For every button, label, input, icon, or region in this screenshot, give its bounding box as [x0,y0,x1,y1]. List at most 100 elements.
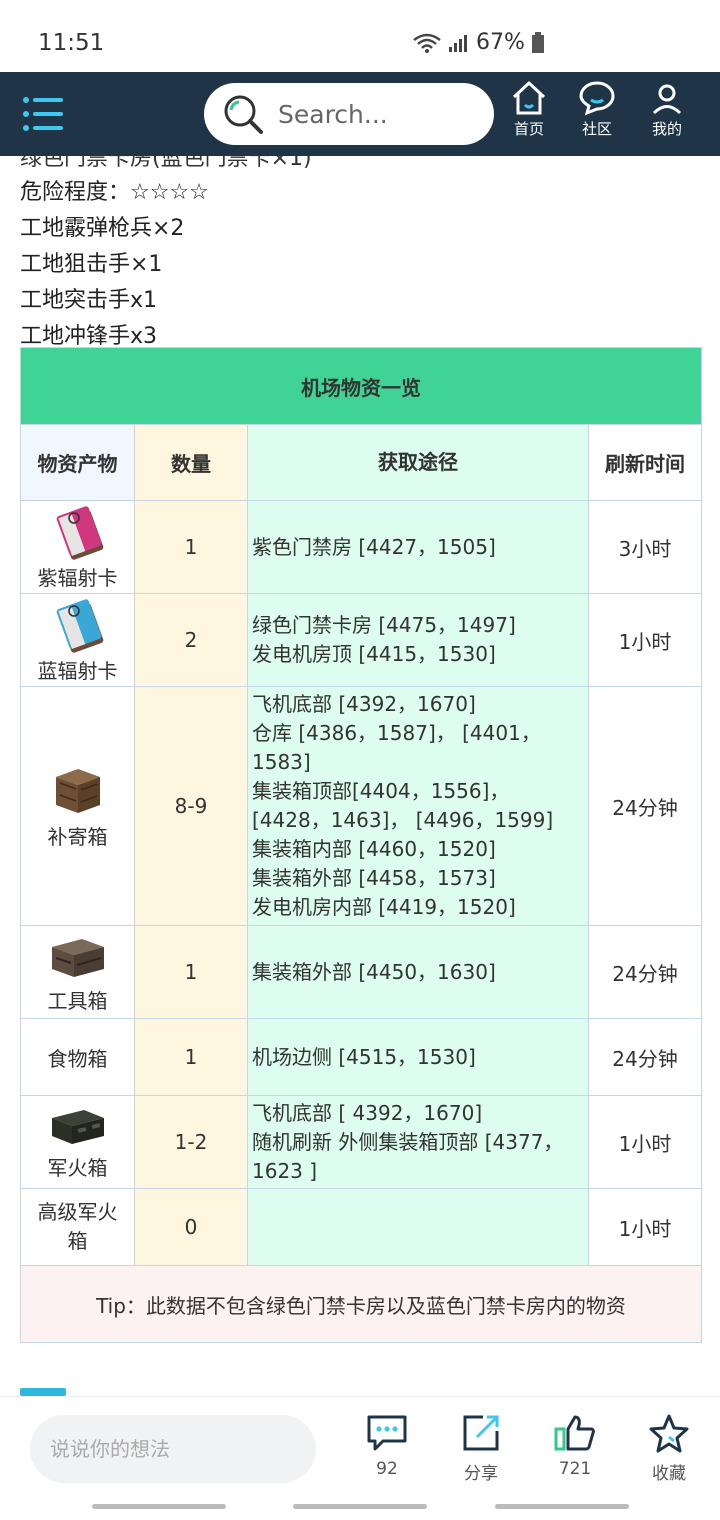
comment-count: 92 [376,1459,398,1479]
item-name: 补寄箱 [47,824,108,849]
qty-cell: 8-9 [134,686,248,926]
battery-icon [531,31,544,53]
favorite-label: 收藏 [652,1464,686,1484]
thumbs-up-icon [554,1415,595,1451]
source-line: 1623 ] [252,1158,318,1183]
refresh-cell: 24分钟 [588,1018,702,1096]
share-label: 分享 [464,1464,498,1484]
tab-community-label: 社区 [581,120,612,138]
header-qty: 数量 [134,424,248,501]
like-count: 721 [558,1459,592,1479]
menu-button[interactable] [22,94,64,134]
search-placeholder: Search... [278,99,388,129]
next-heading-fragment [20,1388,66,1396]
enemy-line-rusher: 工地冲锋手x3 [20,324,158,349]
source-line: 发电机房顶 [4415，1530] [252,642,496,666]
tab-home[interactable]: 首页 [499,80,559,150]
tip-row: Tip：此数据不包含绿色门禁卡房以及蓝色门禁卡房内的物资 [20,1265,702,1343]
source-line: 1583] [252,750,311,774]
header-source: 获取途径 [247,424,589,501]
table-row: 蓝辐射卡 2 绿色门禁卡房 [4475，1497] 发电机房顶 [4415，15… [20,593,702,687]
item-cell: 军火箱 [20,1095,135,1189]
qty-cell: 1-2 [134,1095,248,1189]
comments-button[interactable]: 92 [352,1413,422,1479]
source-line: 飞机底部 [4392，1670] [252,692,476,716]
refresh-cell: 3小时 [588,500,702,594]
comment-input[interactable]: 说说你的想法 [30,1415,316,1483]
gesture-bar-right [495,1504,629,1509]
top-navigation: Search... 首页 社区 我的 [0,72,720,156]
tip-text: Tip：此数据不包含绿色门禁卡房以及蓝色门禁卡房内的物资 [20,1265,702,1343]
source-line: 集装箱外部 [4450，1630] [252,959,496,984]
item-name: 军火箱 [47,1155,108,1180]
item-cell: 食物箱 [20,1018,135,1096]
item-name: 工具箱 [47,988,108,1013]
user-icon [652,84,682,115]
purple-radiation-card-icon [56,505,103,560]
item-name: 食物箱 [47,1046,108,1071]
item-cell: 工具箱 [20,925,135,1019]
qty-cell: 1 [134,500,248,594]
ammo-crate-icon [51,1109,104,1144]
tab-community[interactable]: 社区 [567,80,627,150]
table-title: 机场物资一览 [20,347,702,425]
clipped-text-line: 绿色门禁卡房(蓝色门禁卡×1) [20,156,312,171]
source-cell: 绿色门禁卡房 [4475，1497] 发电机房顶 [4415，1530] [247,593,589,687]
item-cell: 蓝辐射卡 [20,593,135,687]
article-content: 绿色门禁卡房(蓝色门禁卡×1) 危险程度：☆☆☆☆ 工地霰弹枪兵×2 工地狙击手… [0,156,720,1396]
qty-cell: 0 [134,1188,248,1266]
search-icon [224,95,263,134]
refresh-cell: 1小时 [588,1095,702,1189]
chat-bubble-icon [579,81,615,116]
table-row: 紫辐射卡 1 紫色门禁房 [4427，1505] 3小时 [20,500,702,594]
qty-cell: 2 [134,593,248,687]
source-line: 紫色门禁房 [4427，1505] [252,534,496,559]
item-cell: 紫辐射卡 [20,500,135,594]
refresh-cell: 1小时 [588,1188,702,1266]
tab-home-label: 首页 [513,120,544,138]
source-cell: 飞机底部 [ 4392，1670] 随机刷新 外侧集装箱顶部 [4377， 16… [247,1095,589,1189]
toolbox-icon [51,938,104,977]
source-cell: 飞机底部 [4392，1670] 仓库 [4386，1587]， [4401， … [247,686,589,926]
header-item: 物资产物 [20,424,135,501]
source-line: 随机刷新 外侧集装箱顶部 [4377， [252,1129,564,1154]
bottom-action-bar: 说说你的想法 92 分享 721 收藏 [0,1396,720,1520]
source-line: 飞机底部 [ 4392，1670] [252,1100,483,1125]
qty-cell: 1 [134,925,248,1019]
supply-crate-icon [55,768,100,813]
header-refresh: 刷新时间 [588,424,702,501]
source-cell: 紫色门禁房 [4427，1505] [247,500,589,594]
source-cell: 机场边侧 [4515，1530] [247,1018,589,1096]
source-line: 仓库 [4386，1587]， [4401， [252,721,541,745]
status-bar: 11:51 67% [0,0,720,72]
search-bar[interactable]: Search... [204,83,494,145]
source-line: 集装箱顶部[4404，1556]， [252,779,510,803]
source-line: [4428，1463]， [4496，1599] [252,808,554,832]
favorite-button[interactable]: 收藏 [634,1413,704,1484]
status-time: 11:51 [38,30,105,56]
refresh-cell: 24分钟 [588,686,702,926]
item-name: 紫辐射卡 [37,565,118,590]
comment-icon [367,1415,407,1451]
table-row: 工具箱 1 集装箱外部 [4450，1630] 24分钟 [20,925,702,1019]
item-name: 蓝辐射卡 [37,658,118,683]
source-line: 机场边侧 [4515，1530] [252,1044,476,1069]
source-line: 绿色门禁卡房 [4475，1497] [252,613,516,637]
share-button[interactable]: 分享 [446,1413,516,1484]
gesture-bar-left [92,1504,226,1509]
star-icon [649,1414,689,1453]
table-row: 补寄箱 8-9 飞机底部 [4392，1670] 仓库 [4386，1587]，… [20,686,702,926]
tab-profile[interactable]: 我的 [637,80,697,150]
refresh-cell: 1小时 [588,593,702,687]
gesture-bar-center [293,1504,427,1509]
menu-icon [23,97,63,131]
home-icon [512,81,546,115]
like-button[interactable]: 721 [540,1413,610,1479]
item-cell: 补寄箱 [20,686,135,926]
battery-percent: 67% [476,30,525,55]
table-row: 军火箱 1-2 飞机底部 [ 4392，1670] 随机刷新 外侧集装箱顶部 [… [20,1095,702,1189]
signal-icon [449,34,467,52]
table-row: 食物箱 1 机场边侧 [4515，1530] 24分钟 [20,1018,702,1096]
source-line: 集装箱内部 [4460，1520] [252,837,496,861]
enemy-line-assault: 工地突击手x1 [20,288,158,313]
